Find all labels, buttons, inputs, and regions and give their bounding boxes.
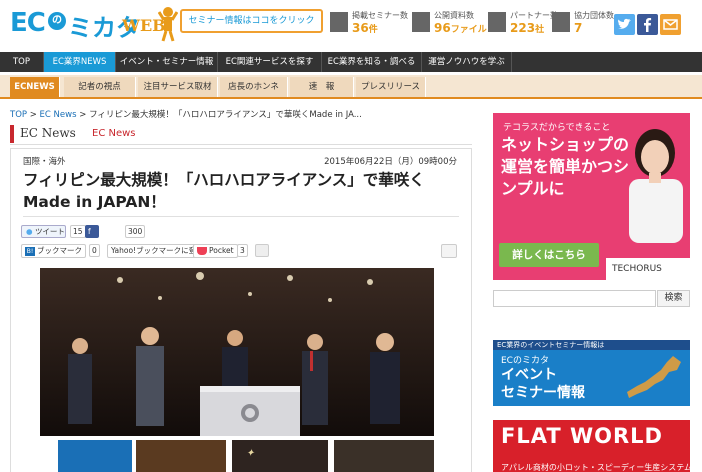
hatena-bookmark-button[interactable]: B! ブックマーク [21, 244, 86, 258]
main-nav: TOP EC業界NEWS イベント・セミナー情報 EC関連サービスを探す EC業… [0, 52, 702, 72]
subnav-reporter[interactable]: 記者の視点 [64, 77, 136, 97]
mail-share-icon[interactable] [255, 244, 269, 257]
breadcrumb-sep: > [76, 110, 90, 120]
event-seminar-ad-banner[interactable]: EC業界のイベントセミナー情報は ECのミカタ イベント セミナー情報 [493, 340, 690, 406]
sidebar-search-input[interactable] [493, 290, 656, 307]
hatena-icon: B! [25, 246, 35, 256]
nav-events[interactable]: イベント・セミナー情報 [116, 52, 218, 72]
ad3-line1: FLAT WORLD [501, 424, 663, 448]
sidebar-search-button[interactable]: 検索 [657, 290, 690, 307]
ad1-line2: ネットショップの運営を簡単かつシンプルに [501, 135, 630, 198]
ad1-line1: テコラスだからできること [503, 123, 611, 133]
ad2-line2: イベント [501, 367, 557, 383]
tweet-label: ツイート [34, 227, 65, 236]
japan-map-icon [627, 356, 681, 398]
stat-value: 223社 [510, 21, 545, 35]
logo-ec: EC [10, 8, 46, 38]
site-header: EC の ミカタ WEB セミナー情報はココをクリック 掲載セミナー数 36件 … [0, 0, 702, 50]
nav-ec-news[interactable]: EC業界NEWS [44, 52, 116, 72]
ad1-brand: TECHORUS [606, 258, 690, 280]
folder-icon [412, 12, 430, 32]
facebook-share-button[interactable]: f シェア [85, 225, 99, 275]
thumbnail-2[interactable] [136, 440, 226, 472]
stat-label: パートナー数 [510, 11, 558, 20]
pocket-button[interactable]: Pocket [193, 244, 238, 258]
article-title: フィリピン最大規模！「ハロハロアライアンス」で華咲く Made in JAPAN… [23, 169, 463, 213]
facebook-icon: f [88, 227, 91, 236]
logo-mascot-icon [158, 7, 178, 42]
tweet-count: 15 [70, 225, 86, 238]
section-header: EC News EC News [10, 123, 472, 145]
pocket-count: 3 [237, 244, 248, 257]
building-icon [488, 12, 506, 32]
twitter-icon[interactable] [614, 14, 635, 35]
breadcrumb-top[interactable]: TOP [10, 110, 27, 120]
photo-thumbnails: ✦ [40, 440, 434, 472]
nav-knowhow[interactable]: 運営ノウハウを学ぶ [422, 52, 512, 72]
ad3-line2: アパレル商材の小ロット・スピーディー生産システム [501, 463, 690, 472]
nav-top[interactable]: TOP [0, 52, 44, 72]
section-subtitle: EC News [92, 128, 136, 139]
stage-photo-image [40, 268, 434, 436]
hatena-count: 0 [89, 244, 100, 257]
thumbnail-logo: ✦ [246, 448, 255, 459]
flat-world-ad-banner[interactable]: FLAT WORLD アパレル商材の小ロット・スピーディー生産システム [493, 420, 690, 472]
breadcrumb-sep: > [27, 110, 40, 120]
sub-nav: ECNEWS 記者の視点 注目サービス取材 店長のホンネ 速 報 プレスリリース [0, 75, 702, 99]
stat-value: 36件 [352, 21, 378, 35]
breadcrumb: TOP > EC News > フィリピン最大規模！「ハロハロアライアンス」で華… [10, 108, 362, 120]
thumbnail-3[interactable]: ✦ [232, 440, 328, 472]
section-bar [10, 125, 14, 143]
twitter-icon: ● [26, 227, 33, 236]
woman-illustration [629, 129, 683, 243]
ad2-line3: セミナー情報 [501, 385, 585, 401]
pocket-icon [197, 247, 207, 255]
nav-research[interactable]: EC業界を知る・調べる [322, 52, 422, 72]
breadcrumb-news[interactable]: EC News [40, 110, 77, 120]
seminar-info-button[interactable]: セミナー情報はココをクリック [180, 9, 323, 33]
techorus-ad-banner[interactable]: テコラスだからできること ネットショップの運営を簡単かつシンプルに 詳しくはこち… [493, 113, 690, 280]
print-icon[interactable] [441, 244, 457, 258]
breadcrumb-current: フィリピン最大規模！「ハロハロアライアンス」で華咲くMade in JA... [89, 110, 362, 120]
ad1-cta-button[interactable]: 詳しくはこちら [499, 243, 599, 267]
mail-icon[interactable] [660, 14, 681, 35]
stat-label: 協力団体数 [574, 11, 614, 20]
subnav-press[interactable]: プレスリリース [356, 77, 426, 97]
article-category[interactable]: 国際・海外 [23, 155, 66, 167]
stat-label: 公開資料数 [434, 11, 474, 20]
calendar-icon [330, 12, 348, 32]
subnav-interview[interactable]: 注目サービス取材 [138, 77, 218, 97]
hatena-label: ブックマーク [37, 246, 82, 255]
stat-label: 掲載セミナー数 [352, 11, 408, 20]
stat-value: 96ファイル [434, 21, 487, 35]
nav-services[interactable]: EC関連サービスを探す [218, 52, 322, 72]
pocket-label: Pocket [209, 246, 234, 255]
section-title: EC News [20, 126, 76, 140]
article-title-line1: フィリピン最大規模！「ハロハロアライアンス」で華咲く [23, 171, 425, 189]
subnav-manager[interactable]: 店長のホンネ [220, 77, 288, 97]
thumbnail-1[interactable] [58, 440, 132, 472]
logo-no: の [48, 12, 66, 30]
share-row-2: B! ブックマーク 0 Yahoo!ブックマークに登録 Pocket 3 [21, 244, 461, 258]
thumbnail-4[interactable] [334, 440, 434, 472]
facebook-count: 300 [125, 225, 146, 238]
subnav-ecnews[interactable]: ECNEWS [10, 77, 60, 97]
site-logo[interactable]: EC の ミカタ WEB [10, 6, 178, 44]
people-icon [552, 12, 570, 32]
subnav-flash[interactable]: 速 報 [290, 77, 354, 97]
stat-value: 7 [574, 21, 583, 35]
facebook-icon[interactable] [637, 14, 658, 35]
article-photo [40, 268, 434, 436]
tweet-button[interactable]: ● ツイート [21, 225, 66, 238]
article-title-line2: Made in JAPAN！ [23, 193, 166, 211]
article-date: 2015年06月22日（月）09時00分 [324, 157, 457, 167]
ad2-top: EC業界のイベントセミナー情報は [493, 340, 690, 350]
divider [23, 216, 459, 217]
